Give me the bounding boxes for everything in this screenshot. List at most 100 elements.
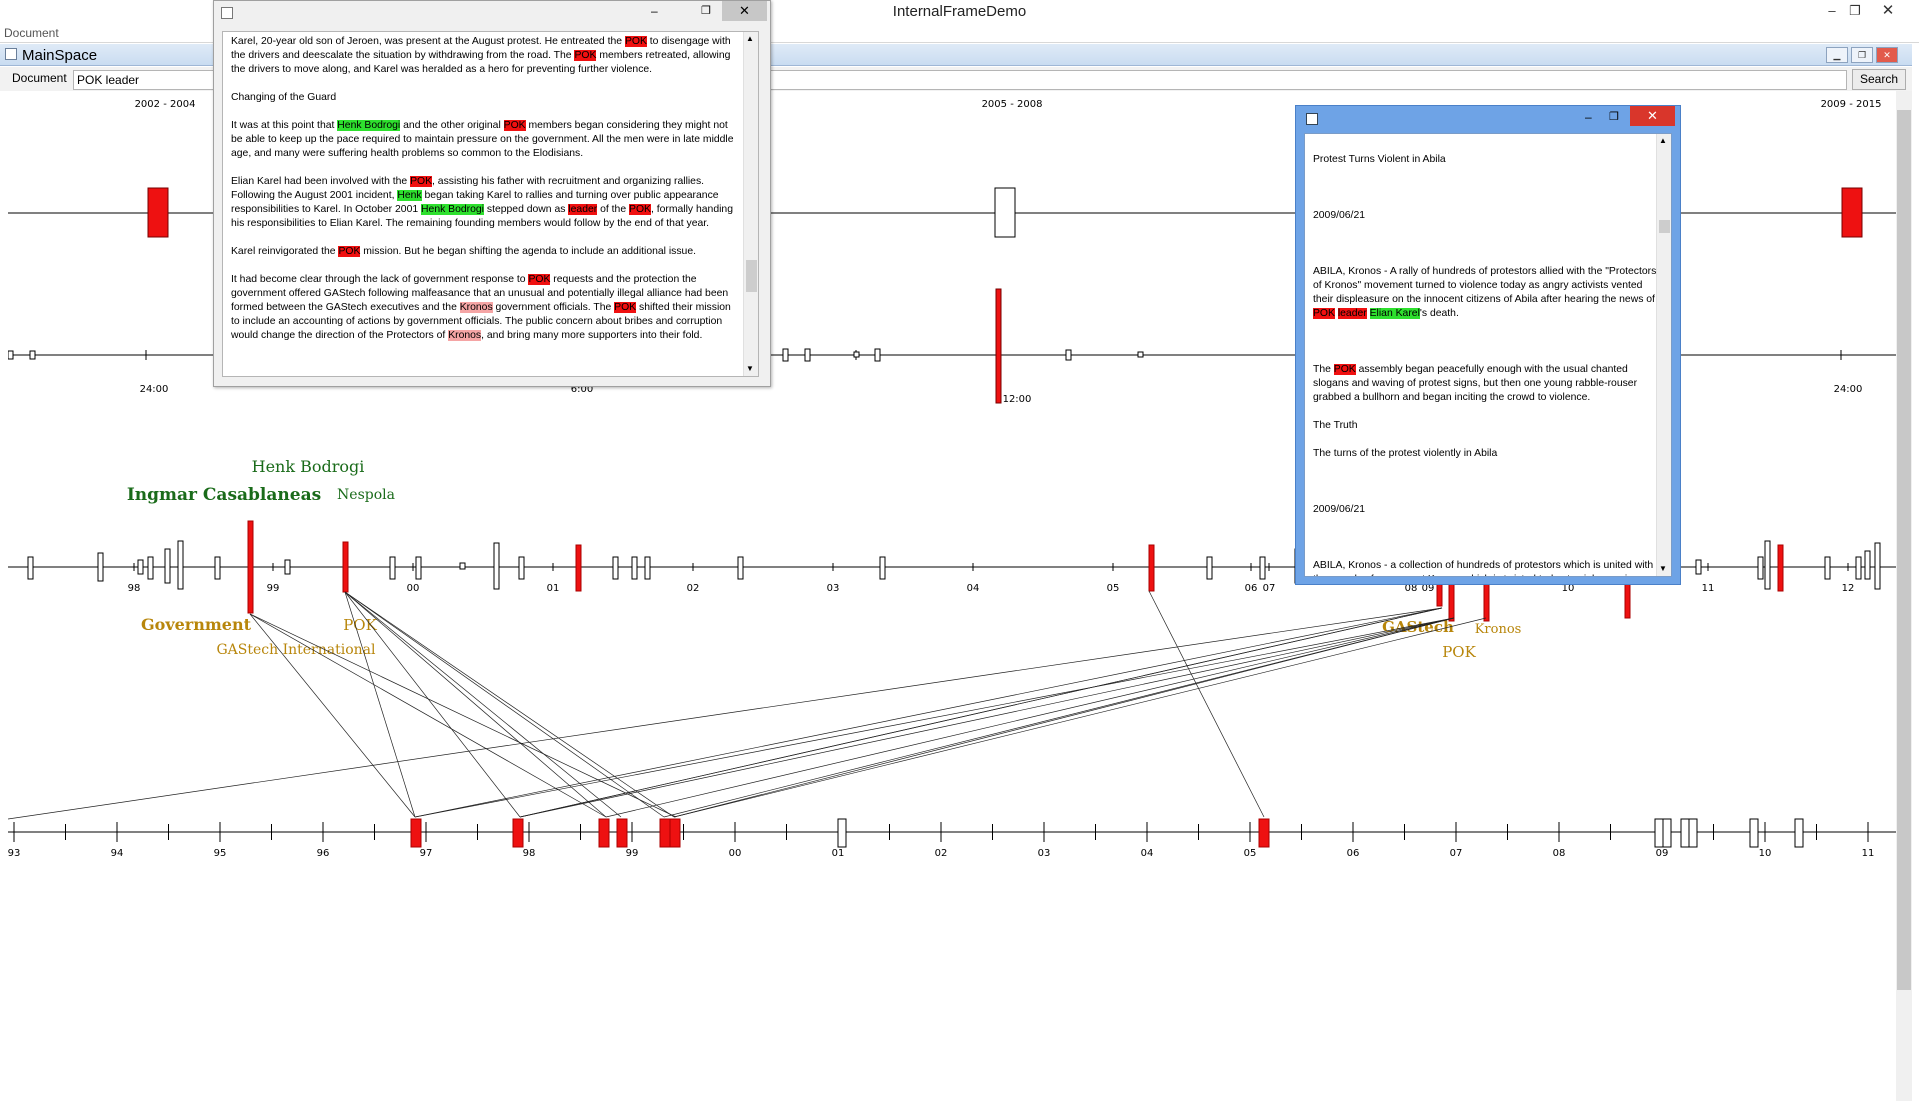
event-mark (874, 348, 881, 362)
period-label: 2002 - 2004 (135, 99, 196, 110)
article-frame-maximize-button[interactable]: ❐ (1609, 110, 1619, 123)
text-paragraph: Changing of the Guard (231, 91, 741, 105)
event-mark (1764, 540, 1771, 590)
entity-link (344, 591, 665, 818)
event-mark-highlight (616, 818, 628, 848)
text-run: The turns of the protest violently in Ab… (1313, 448, 1498, 459)
year-label: 93 (8, 848, 20, 859)
text-paragraph: Protest Turns Violent in Abila (1313, 153, 1658, 167)
hour-label: 12:00 (1003, 394, 1032, 405)
event-mark (1864, 550, 1871, 580)
event-mark (1855, 556, 1862, 580)
mainspace-maximize-button[interactable]: ❐ (1851, 47, 1873, 63)
entity-link (673, 617, 1455, 818)
entity-label-person: Nespola (337, 487, 395, 503)
mainspace-title: MainSpace (22, 47, 98, 64)
year-label: 01 (547, 583, 560, 594)
text-run: Karel, 20-year old son of Jeroen, was pr… (231, 36, 625, 47)
period-mark (994, 187, 1016, 238)
year-label: 03 (827, 583, 840, 594)
year-label: 05 (1244, 848, 1257, 859)
text-run: It had become clear through the lack of … (231, 274, 529, 285)
article-frame-minimize-button[interactable]: – (1585, 110, 1592, 124)
text-run: 2009/06/21 (1313, 504, 1366, 515)
document-frame-maximize-button[interactable]: ❐ (701, 4, 711, 17)
year-label: 11 (1702, 583, 1715, 594)
text-run: mission. But he began shifting the agend… (360, 246, 697, 257)
article-scrollbar-thumb[interactable] (1659, 220, 1670, 233)
event-mark-highlight (247, 520, 254, 614)
event-mark-highlight (410, 818, 422, 848)
text-run: Protest Turns Violent in Abila (1313, 154, 1446, 165)
year-label: 01 (832, 848, 845, 859)
text-run: and the other original (400, 120, 504, 131)
highlighted-term: POK (614, 302, 637, 313)
text-paragraph: ABILA, Kronos - A rally of hundreds of p… (1313, 265, 1658, 321)
text-paragraph (1313, 335, 1658, 349)
entity-link (249, 613, 677, 818)
scroll-up-icon[interactable]: ▲ (746, 34, 754, 43)
mainspace-minimize-button[interactable]: ▁ (1826, 47, 1848, 63)
entity-label-person: Ingmar Casablaneas (127, 485, 321, 505)
document-frame[interactable]: – ❐ ✕ Karel, 20-year old son of Jeroen, … (213, 0, 771, 387)
text-paragraph (1313, 181, 1658, 195)
mainspace-close-button[interactable]: ✕ (1876, 47, 1898, 63)
event-mark (837, 818, 847, 848)
event-mark (644, 556, 651, 580)
year-label: 06 (1347, 848, 1360, 859)
entity-link (344, 591, 416, 818)
period-label: 2009 - 2015 (1821, 99, 1882, 110)
close-button[interactable]: ✕ (1873, 0, 1903, 22)
text-paragraph (1313, 475, 1658, 489)
year-label: 11 (1862, 848, 1875, 859)
hour-label: 24:00 (1834, 384, 1863, 395)
event-mark (853, 351, 860, 358)
text-run: The (1313, 364, 1334, 375)
highlighted-term: Henk Bodrogi (421, 204, 484, 215)
restore-button[interactable]: ❐ (1840, 0, 1870, 22)
search-button[interactable]: Search (1852, 69, 1906, 90)
text-paragraph (1313, 237, 1658, 251)
article-frame[interactable]: – ❐ ✕ Protest Turns Violent in Abila 200… (1295, 105, 1681, 585)
scroll-down-icon[interactable]: ▼ (746, 364, 754, 373)
article-frame-close-button[interactable]: ✕ (1630, 106, 1675, 126)
event-mark (1137, 351, 1144, 358)
menu-document[interactable]: Document (4, 26, 59, 40)
event-mark (214, 556, 221, 580)
event-mark (1874, 542, 1881, 590)
event-mark (1654, 818, 1664, 848)
event-mark-highlight (669, 818, 681, 848)
document-scrollbar[interactable]: ▲ ▼ (743, 32, 758, 376)
event-mark (782, 348, 789, 362)
entity-link (344, 591, 521, 818)
year-label: 07 (1450, 848, 1463, 859)
article-text-panel[interactable]: Protest Turns Violent in Abila 2009/06/2… (1304, 133, 1672, 577)
highlighted-term: POK (338, 246, 361, 257)
event-mark (1662, 818, 1672, 848)
document-frame-titlebar[interactable]: – ❐ ✕ (214, 1, 770, 25)
year-label: 07 (1263, 583, 1276, 594)
document-scrollbar-thumb[interactable] (746, 260, 757, 292)
year-label: 96 (317, 848, 330, 859)
scroll-down-icon[interactable]: ▼ (1659, 564, 1667, 573)
highlighted-term: POK (629, 204, 651, 215)
year-label: 09 (1656, 848, 1669, 859)
document-text-panel[interactable]: Karel, 20-year old son of Jeroen, was pr… (222, 31, 759, 377)
article-frame-titlebar[interactable]: – ❐ ✕ (1296, 106, 1680, 132)
event-mark (1749, 818, 1759, 848)
event-mark (97, 552, 104, 582)
entity-label-org: GAStech International (217, 642, 377, 658)
highlighted-term: leader (568, 204, 598, 215)
year-label: 94 (111, 848, 124, 859)
text-run: of the (597, 204, 630, 215)
main-scrollbar-thumb[interactable] (1897, 110, 1911, 990)
scroll-up-icon[interactable]: ▲ (1659, 136, 1667, 145)
document-frame-close-button[interactable]: ✕ (722, 1, 767, 21)
text-run: Karel reinvigorated the (231, 246, 339, 257)
document-frame-minimize-button[interactable]: – (651, 4, 658, 18)
highlighted-term: POK (1313, 308, 1335, 319)
entity-link (519, 607, 1443, 818)
article-scrollbar[interactable]: ▲ ▼ (1656, 134, 1671, 576)
year-label: 04 (1141, 848, 1154, 859)
event-mark (737, 556, 744, 580)
